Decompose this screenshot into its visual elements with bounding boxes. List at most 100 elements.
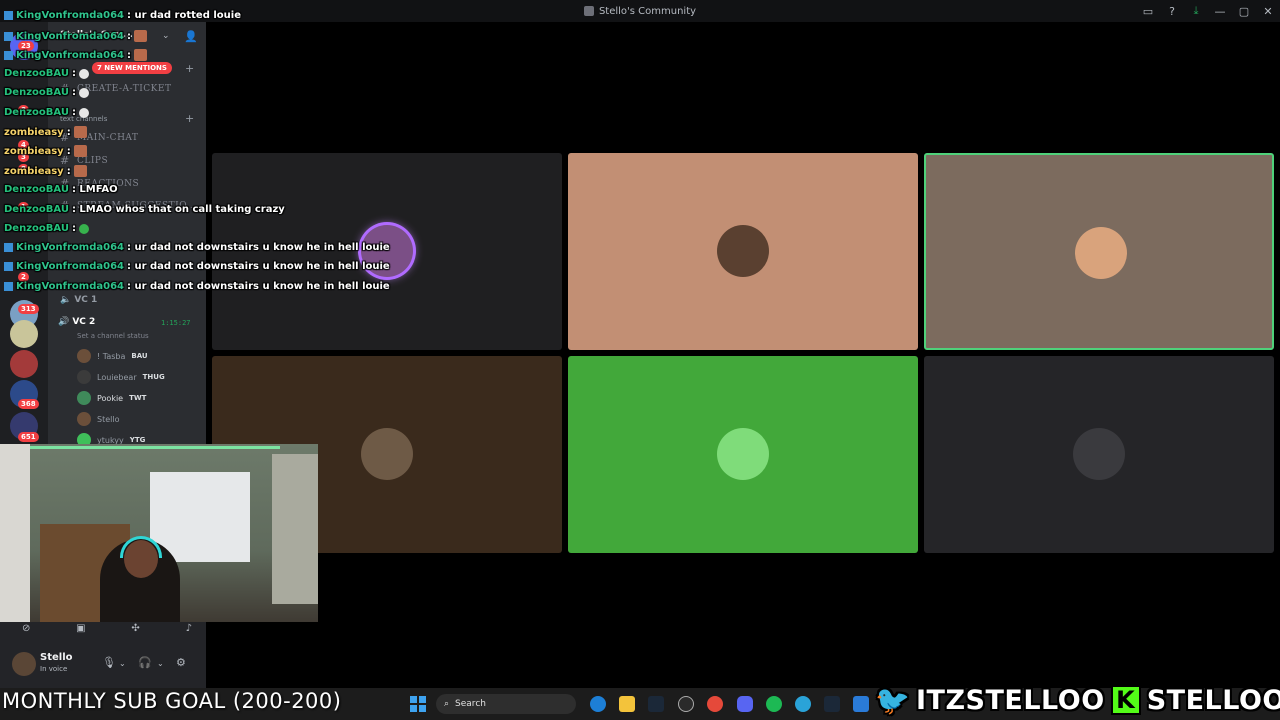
- unread-badge: 368: [18, 399, 39, 409]
- new-mentions-pill[interactable]: 7 NEW MENTIONS: [92, 62, 172, 74]
- chat-message: :: [66, 126, 71, 138]
- skull-emote-icon: [78, 87, 89, 98]
- download-icon[interactable]: ⤓: [1184, 4, 1208, 18]
- discord-icon[interactable]: [737, 696, 753, 712]
- chat-message: : LMFAO: [71, 184, 118, 195]
- chat-message: : ur dad not downstairs u know he in hel…: [127, 281, 390, 292]
- chat-line: DenzooBAU:: [4, 87, 89, 98]
- inbox-icon[interactable]: ▭: [1136, 5, 1160, 18]
- avatar: [77, 391, 91, 405]
- emote-icon: [134, 49, 147, 61]
- avatar[interactable]: [12, 652, 36, 676]
- chat-message: :: [71, 223, 76, 234]
- chrome-icon[interactable]: [707, 696, 723, 712]
- chat-line: KingVonfromda064:: [4, 49, 147, 61]
- headphones-icon[interactable]: 🎧: [138, 656, 152, 669]
- activities-icon[interactable]: ✣: [131, 623, 139, 634]
- chat-line: DenzooBAU:: [4, 107, 89, 118]
- server-icon: [583, 6, 594, 16]
- app-icon[interactable]: [853, 696, 869, 712]
- search-icon: ⌕: [444, 699, 450, 709]
- taskbar-search[interactable]: ⌕ Search: [436, 694, 576, 714]
- channel-status-input[interactable]: Set a channel status: [77, 332, 149, 340]
- social-handles: 🐦 ITZSTELLOO K STELLOOO: [875, 682, 1280, 718]
- chat-message: : ur dad rotted louie: [127, 10, 241, 21]
- maximize-button[interactable]: ▢: [1232, 5, 1256, 18]
- participant-avatar: [1075, 227, 1127, 279]
- chat-line: zombieasy:: [4, 165, 87, 177]
- chat-message: :: [71, 107, 76, 118]
- voice-user[interactable]: ! Tasba BAU: [77, 348, 148, 364]
- voice-channel-vc2[interactable]: 🔊 VC 2: [58, 317, 95, 327]
- chat-user: KingVonfromda064: [16, 242, 124, 253]
- help-icon[interactable]: ?: [1160, 5, 1184, 18]
- chat-user: DenzooBAU: [4, 68, 69, 79]
- voice-user[interactable]: Pookie TWT: [77, 390, 146, 406]
- add-channel-icon[interactable]: +: [185, 62, 194, 75]
- sub-goal-text: MONTHLY SUB GOAL (200-200): [2, 689, 342, 713]
- steam-icon[interactable]: [824, 696, 840, 712]
- chat-user: DenzooBAU: [4, 204, 69, 215]
- skull-emote-icon: [78, 107, 89, 118]
- window-title: Stello's Community: [583, 6, 696, 17]
- emote-icon: [134, 30, 147, 42]
- file-explorer-icon[interactable]: [619, 696, 635, 712]
- add-channel-icon[interactable]: +: [185, 112, 194, 125]
- participant-avatar: [717, 225, 769, 277]
- gear-icon[interactable]: ⚙: [176, 656, 186, 669]
- avatar: [77, 370, 91, 384]
- avatar: [77, 349, 91, 363]
- speaker-icon: 🔊: [58, 317, 73, 327]
- voice-user[interactable]: Louiebear THUG: [77, 369, 165, 385]
- emote-icon: [78, 223, 89, 234]
- chat-user: DenzooBAU: [4, 223, 69, 234]
- chevron-down-icon[interactable]: ⌄: [157, 659, 164, 668]
- edge-icon[interactable]: [590, 696, 606, 712]
- voice-channel-vc1[interactable]: 🔈 VC 1: [60, 295, 97, 305]
- video-tile[interactable]: [568, 356, 918, 553]
- participant-avatar: [361, 428, 413, 480]
- voice-user[interactable]: Stello: [77, 411, 125, 427]
- guild-tag: YTG: [129, 436, 146, 444]
- voice-user-name: ! Tasba: [97, 351, 126, 361]
- voice-channel-label: VC 2: [72, 317, 96, 327]
- minimize-button[interactable]: —: [1208, 5, 1232, 18]
- voice-channel-label: VC 1: [74, 295, 98, 305]
- chevron-down-icon[interactable]: ⌄: [119, 659, 126, 668]
- twitter-handle: ITZSTELLOO: [916, 684, 1105, 716]
- video-tile[interactable]: [568, 153, 918, 350]
- screen-share-icon[interactable]: ▣: [76, 623, 85, 634]
- camera-off-icon[interactable]: ⊘: [22, 623, 30, 634]
- video-tile-speaking[interactable]: [924, 153, 1274, 350]
- speaker-icon: 🔈: [60, 295, 75, 305]
- user-status: In voice: [40, 665, 68, 673]
- guild-tag: THUG: [142, 373, 165, 381]
- video-tile[interactable]: [924, 356, 1274, 553]
- chat-message: :: [127, 49, 131, 61]
- channel-create-a-ticket[interactable]: CREATE-A-TICKET: [77, 84, 171, 94]
- platform-icon: [4, 282, 13, 291]
- guild-tag: BAU: [131, 352, 148, 360]
- kick-icon: K: [1110, 685, 1141, 715]
- chat-line: DenzooBAU: LMAO whos that on call taking…: [4, 204, 285, 215]
- windows-start-icon[interactable]: [410, 696, 426, 712]
- soundboard-icon[interactable]: ♪: [186, 623, 192, 634]
- app-icon[interactable]: [678, 696, 694, 712]
- invite-icon[interactable]: 👤: [184, 30, 198, 43]
- chat-line: KingVonfromda064:: [4, 30, 147, 42]
- chevron-down-icon[interactable]: ⌄: [162, 31, 170, 41]
- participant-avatar: [717, 428, 769, 480]
- server-icon[interactable]: [10, 320, 38, 348]
- chat-user: DenzooBAU: [4, 107, 69, 118]
- chat-user: KingVonfromda064: [16, 10, 124, 21]
- close-button[interactable]: ✕: [1256, 5, 1280, 18]
- chat-user: KingVonfromda064: [16, 261, 124, 272]
- server-icon[interactable]: [10, 350, 38, 378]
- platform-icon: [4, 243, 13, 252]
- platform-icon: [4, 31, 13, 41]
- steam-icon[interactable]: [648, 696, 664, 712]
- avatar: [77, 412, 91, 426]
- telegram-icon[interactable]: [795, 696, 811, 712]
- spotify-icon[interactable]: [766, 696, 782, 712]
- microphone-icon[interactable]: 🎙: [102, 656, 116, 669]
